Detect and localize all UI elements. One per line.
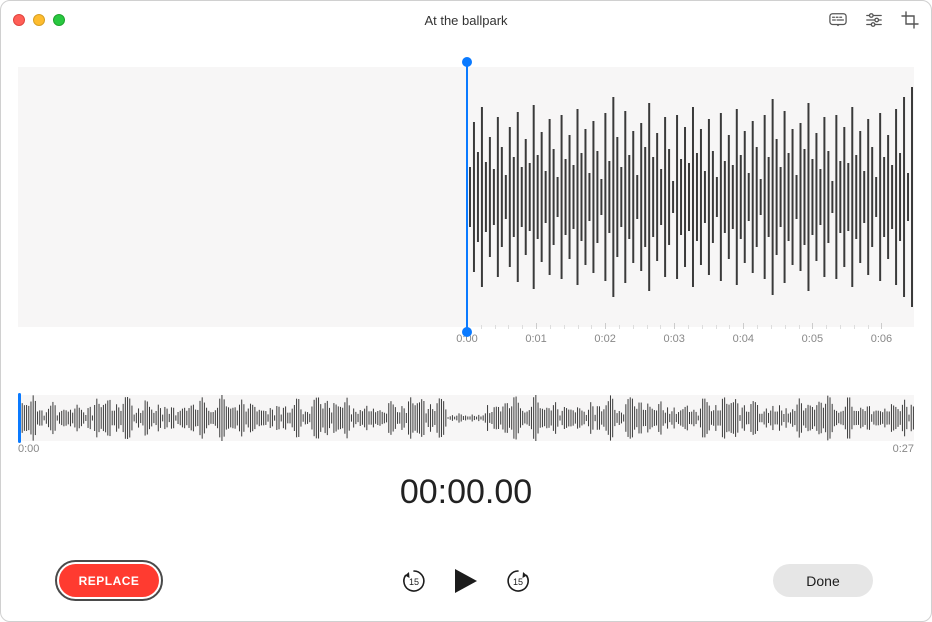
svg-text:15: 15 <box>409 577 419 587</box>
main-waveform <box>466 67 914 327</box>
timeline-tick-label: 0:01 <box>525 333 546 345</box>
done-label: Done <box>806 573 839 589</box>
overview-time-labels: 0:00 0:27 <box>18 443 914 455</box>
main-waveform-view[interactable] <box>18 67 914 327</box>
settings-sliders-icon[interactable] <box>865 11 883 29</box>
play-button[interactable] <box>453 567 479 595</box>
close-window-button[interactable] <box>13 14 25 26</box>
timeline-tick-label: 0:04 <box>733 333 754 345</box>
bottom-controls: REPLACE 15 15 Done <box>1 564 931 597</box>
playhead[interactable] <box>466 61 468 333</box>
transcription-icon[interactable] <box>829 11 847 29</box>
skip-back-button[interactable]: 15 <box>401 568 427 594</box>
skip-forward-button[interactable]: 15 <box>505 568 531 594</box>
replace-record-button[interactable]: REPLACE <box>59 564 159 597</box>
timeline-tick-label: 0:03 <box>664 333 685 345</box>
trim-crop-icon[interactable] <box>901 11 919 29</box>
done-button[interactable]: Done <box>773 564 873 597</box>
elapsed-timer: 00:00.00 <box>1 473 931 512</box>
window-title: At the ballpark <box>424 13 507 28</box>
svg-text:15: 15 <box>513 577 523 587</box>
maximize-window-button[interactable] <box>53 14 65 26</box>
overview-waveform-view[interactable] <box>18 395 914 441</box>
overview-start-time: 0:00 <box>18 443 39 455</box>
titlebar: At the ballpark <box>1 1 931 39</box>
replace-label: REPLACE <box>79 574 140 588</box>
minimize-window-button[interactable] <box>33 14 45 26</box>
timeline-tick-label: 0:06 <box>871 333 892 345</box>
window-controls <box>13 14 65 26</box>
overview-end-time: 0:27 <box>893 443 914 455</box>
titlebar-actions <box>829 11 919 29</box>
overview-waveform <box>18 395 914 441</box>
timeline-tick-label: 0:05 <box>802 333 823 345</box>
timeline-tick-label: 0:02 <box>594 333 615 345</box>
overview-playhead[interactable] <box>18 393 21 443</box>
playback-controls: 15 15 <box>401 567 531 595</box>
